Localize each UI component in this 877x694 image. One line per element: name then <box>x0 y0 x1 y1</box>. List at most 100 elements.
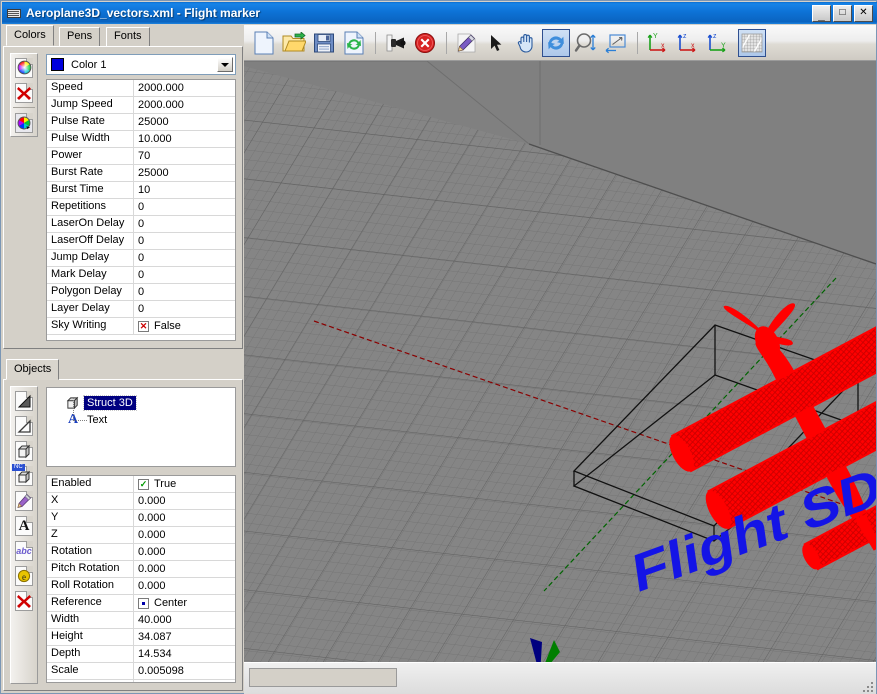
add-script-text-button[interactable]: abc <box>12 539 36 563</box>
add-pen-object-button[interactable] <box>12 489 36 513</box>
view-xz-button[interactable]: z x <box>673 29 701 57</box>
property-row[interactable]: Jump Delay 0 <box>47 250 235 267</box>
property-value-cell[interactable]: 0 <box>134 233 235 249</box>
property-row[interactable]: Speed 2000.000 <box>47 80 235 97</box>
property-row[interactable]: Pen Pen 0 <box>47 680 235 683</box>
tab-fonts[interactable]: Fonts <box>106 27 150 46</box>
add-barcode-button[interactable]: e <box>12 564 36 588</box>
rotate-view-button[interactable] <box>542 28 570 57</box>
property-row[interactable]: Z 0.000 <box>47 527 235 544</box>
color-wheel-new-button[interactable] <box>12 56 36 80</box>
edit-color-button[interactable] <box>12 111 36 135</box>
property-row[interactable]: Jump Speed 2000.000 <box>47 97 235 114</box>
property-row[interactable]: LaserOff Delay 0 <box>47 233 235 250</box>
tab-colors[interactable]: Colors <box>6 25 54 46</box>
property-value-cell[interactable]: 40.000 <box>134 612 235 628</box>
property-row[interactable]: Repetitions 0 <box>47 199 235 216</box>
property-row[interactable]: X 0.000 <box>47 493 235 510</box>
property-value-cell[interactable]: 10 <box>134 182 235 198</box>
property-row[interactable]: Reference Center <box>47 595 235 612</box>
property-row[interactable]: Burst Rate 25000 <box>47 165 235 182</box>
property-row[interactable]: Depth 14.534 <box>47 646 235 663</box>
add-text-button[interactable]: A <box>12 514 36 538</box>
add-struct3d-button[interactable] <box>12 439 36 463</box>
property-row[interactable]: Power 70 <box>47 148 235 165</box>
property-row[interactable]: Y 0.000 <box>47 510 235 527</box>
property-value-cell[interactable]: 0 <box>134 199 235 215</box>
delete-color-button[interactable] <box>12 81 36 105</box>
property-value-cell[interactable]: 0.000 <box>134 544 235 560</box>
property-row[interactable]: Width 40.000 <box>47 612 235 629</box>
property-value-cell[interactable]: ✕ False <box>134 318 235 334</box>
view-zy-button[interactable]: z Y <box>703 29 731 57</box>
color-selector-dropdown-button[interactable] <box>217 57 233 72</box>
property-value-cell[interactable]: 70 <box>134 148 235 164</box>
color-selector[interactable]: Color 1 <box>46 54 236 75</box>
refresh-button[interactable] <box>340 29 368 57</box>
property-row[interactable]: Burst Time 10 <box>47 182 235 199</box>
close-button[interactable]: ✕ <box>854 4 873 22</box>
add-vector-button[interactable] <box>12 389 36 413</box>
minimize-button[interactable]: _ <box>812 4 831 22</box>
property-row[interactable]: Polygon Delay 0 <box>47 284 235 301</box>
view-xy-button[interactable]: Y x <box>643 29 671 57</box>
zoom-window-button[interactable] <box>602 29 630 57</box>
property-row[interactable]: Mark Delay 0 <box>47 267 235 284</box>
property-row[interactable]: Enabled ✓ True <box>47 476 235 493</box>
select-arrow-button[interactable] <box>482 29 510 57</box>
open-file-button[interactable] <box>280 29 308 57</box>
property-value-cell[interactable]: 10.000 <box>134 131 235 147</box>
property-value-cell[interactable]: 0.005098 <box>134 663 235 679</box>
property-row[interactable]: Pitch Rotation 0.000 <box>47 561 235 578</box>
tree-item-text[interactable]: A Text <box>65 411 235 428</box>
property-value-cell[interactable]: 2000.000 <box>134 97 235 113</box>
property-value-cell[interactable]: 0 <box>134 301 235 317</box>
property-row[interactable]: LaserOn Delay 0 <box>47 216 235 233</box>
resize-gripper[interactable] <box>861 680 873 692</box>
save-file-button[interactable] <box>310 29 338 57</box>
add-outline-button[interactable] <box>12 414 36 438</box>
tree-item-struct3d[interactable]: Struct 3D <box>65 394 235 411</box>
property-value-cell[interactable]: 0.000 <box>134 510 235 526</box>
tab-pens[interactable]: Pens <box>59 27 101 46</box>
property-value-cell[interactable]: 2000.000 <box>134 80 235 96</box>
property-value-cell[interactable]: 0 <box>134 284 235 300</box>
property-value-cell[interactable]: 0.000 <box>134 578 235 594</box>
property-value-cell[interactable]: Pen 0 <box>134 680 235 683</box>
delete-object-button[interactable] <box>12 589 36 613</box>
property-value-cell[interactable]: 25000 <box>134 114 235 130</box>
maximize-button[interactable]: □ <box>833 4 852 22</box>
property-row[interactable]: Layer Delay 0 <box>47 301 235 318</box>
object-tree[interactable]: Struct 3D A Text <box>46 387 236 467</box>
property-value-cell[interactable]: 0.000 <box>134 561 235 577</box>
edit-pencil-button[interactable] <box>452 29 480 57</box>
property-row[interactable]: Sky Writing ✕ False <box>47 318 235 335</box>
property-value-cell[interactable]: 0 <box>134 267 235 283</box>
property-value-cell[interactable]: Center <box>134 595 235 611</box>
property-row[interactable]: Rotation 0.000 <box>47 544 235 561</box>
add-nc-struct-button[interactable]: NC <box>12 464 36 488</box>
grid-toggle-button[interactable] <box>738 28 766 57</box>
stop-button[interactable] <box>411 29 439 57</box>
property-row[interactable]: Scale 0.005098 <box>47 663 235 680</box>
3d-viewport[interactable]: Flight SDK <box>244 61 876 662</box>
property-row[interactable]: Pulse Width 10.000 <box>47 131 235 148</box>
property-value-cell[interactable]: 14.534 <box>134 646 235 662</box>
property-value-cell[interactable]: 34.087 <box>134 629 235 645</box>
mark-button[interactable] <box>381 29 409 57</box>
zoom-button[interactable] <box>572 29 600 57</box>
property-value-cell[interactable]: 0.000 <box>134 527 235 543</box>
property-row[interactable]: Pulse Rate 25000 <box>47 114 235 131</box>
tab-objects[interactable]: Objects <box>6 359 60 380</box>
property-value-cell[interactable]: 25000 <box>134 165 235 181</box>
object-properties-grid[interactable]: Enabled ✓ True X 0.000 Y 0.000 Z 0.000 Rotation 0.… <box>46 475 236 683</box>
new-file-button[interactable] <box>250 29 278 57</box>
property-value-cell[interactable]: 0.000 <box>134 493 235 509</box>
property-row[interactable]: Height 34.087 <box>47 629 235 646</box>
property-value-cell[interactable]: 0 <box>134 250 235 266</box>
property-row[interactable]: Roll Rotation 0.000 <box>47 578 235 595</box>
property-value-cell[interactable]: 0 <box>134 216 235 232</box>
pan-hand-button[interactable] <box>512 29 540 57</box>
property-value-cell[interactable]: ✓ True <box>134 476 235 492</box>
color-properties-grid[interactable]: Speed 2000.000 Jump Speed 2000.000 Pulse Rat… <box>46 79 236 341</box>
